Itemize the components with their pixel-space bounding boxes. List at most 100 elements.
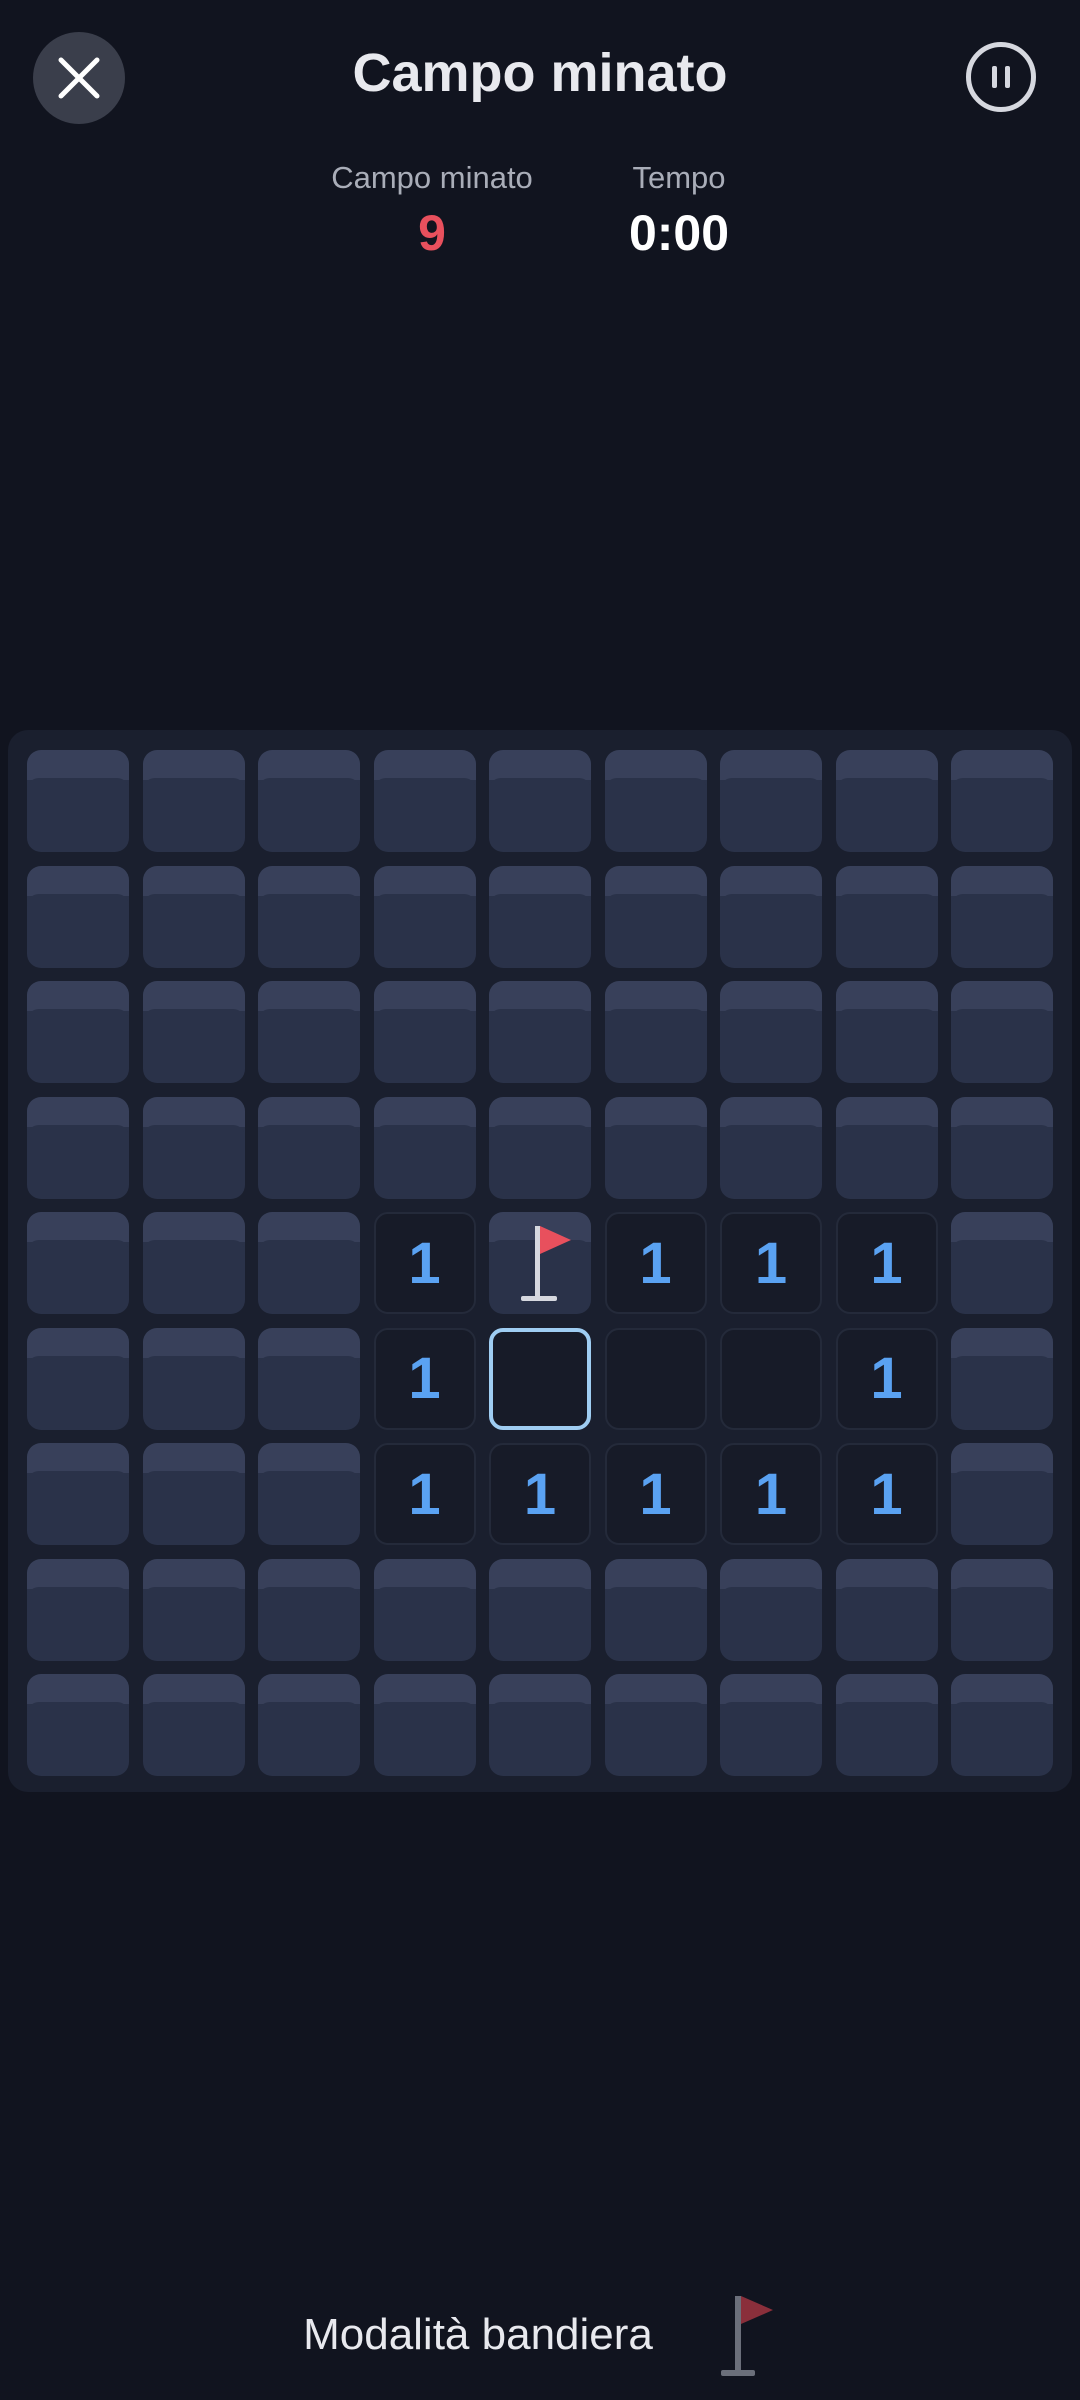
hidden-cell[interactable] [373, 981, 476, 1083]
hidden-cell[interactable] [142, 1327, 245, 1430]
cell-number: 1 [639, 1461, 672, 1527]
hidden-cell[interactable] [835, 1558, 938, 1661]
flag-mode-toggle[interactable]: Modalità bandiera [0, 2290, 1080, 2380]
game-board: 1 1 1 1 1 1 1 1 1 1 1 [8, 730, 1072, 1792]
hidden-cell[interactable] [604, 981, 707, 1083]
hidden-cell[interactable] [258, 1327, 360, 1430]
hidden-cell[interactable] [142, 1212, 245, 1314]
cell-number: 1 [408, 1230, 441, 1296]
hidden-cell[interactable] [27, 1327, 129, 1430]
hidden-cell[interactable] [951, 1212, 1053, 1314]
hidden-cell[interactable] [27, 750, 129, 852]
hidden-cell[interactable] [835, 981, 938, 1083]
minesweeper-screen: Campo minato Campo minato 9 Tempo 0:00 1… [0, 0, 1080, 2400]
hidden-cell[interactable] [604, 750, 707, 852]
hidden-cell[interactable] [142, 1443, 245, 1545]
hidden-cell[interactable] [373, 1096, 476, 1199]
mine-counter-value: 9 [418, 205, 446, 261]
hidden-cell[interactable] [258, 1674, 360, 1776]
hidden-cell[interactable] [27, 1443, 129, 1545]
hidden-cell[interactable] [258, 1096, 360, 1199]
hidden-cell[interactable] [489, 1096, 591, 1199]
hidden-cell[interactable] [27, 865, 129, 968]
hidden-cell[interactable] [835, 1674, 938, 1776]
timer: Tempo 0:00 [579, 160, 779, 262]
flag-mode-label: Modalità bandiera [303, 2310, 653, 2359]
hidden-cell[interactable] [951, 1096, 1053, 1199]
revealed-cell[interactable]: 1 [835, 1327, 938, 1430]
hidden-cell[interactable] [951, 981, 1053, 1083]
hidden-cell[interactable] [142, 1096, 245, 1199]
hidden-cell[interactable] [951, 750, 1053, 852]
revealed-cell[interactable]: 1 [604, 1212, 707, 1314]
hidden-cell[interactable] [951, 1443, 1053, 1545]
hidden-cell[interactable] [142, 750, 245, 852]
revealed-cell[interactable]: 1 [373, 1327, 476, 1430]
revealed-cell[interactable]: 1 [720, 1212, 822, 1314]
hidden-cell[interactable] [27, 1674, 129, 1776]
hidden-cell[interactable] [142, 865, 245, 968]
hidden-cell[interactable] [27, 1212, 129, 1314]
hidden-cell[interactable] [951, 1674, 1053, 1776]
hidden-cell[interactable] [142, 1558, 245, 1661]
hidden-cell[interactable] [720, 1674, 822, 1776]
hidden-cell[interactable] [27, 1096, 129, 1199]
pause-icon [992, 66, 1010, 88]
hidden-cell[interactable] [373, 1558, 476, 1661]
hidden-cell[interactable] [258, 1443, 360, 1545]
hidden-cell[interactable] [835, 865, 938, 968]
hidden-cell[interactable] [604, 1674, 707, 1776]
hidden-cell[interactable] [604, 1558, 707, 1661]
hidden-cell[interactable] [373, 750, 476, 852]
hidden-cell[interactable] [720, 1096, 822, 1199]
hidden-cell[interactable] [258, 1212, 360, 1314]
hidden-cell[interactable] [489, 750, 591, 852]
hidden-cell[interactable] [604, 865, 707, 968]
hidden-cell[interactable] [258, 981, 360, 1083]
hidden-cell[interactable] [951, 865, 1053, 968]
revealed-cell[interactable]: 1 [835, 1443, 938, 1545]
revealed-cell[interactable]: 1 [604, 1443, 707, 1545]
hidden-cell[interactable] [258, 865, 360, 968]
hidden-cell[interactable] [489, 1558, 591, 1661]
hidden-cell[interactable] [951, 1558, 1053, 1661]
revealed-cell[interactable]: 1 [373, 1212, 476, 1314]
flagged-cell[interactable] [489, 1212, 591, 1314]
hidden-cell[interactable] [951, 1327, 1053, 1430]
hidden-cell[interactable] [720, 1558, 822, 1661]
selected-cell[interactable] [489, 1327, 591, 1430]
hidden-cell[interactable] [142, 981, 245, 1083]
hidden-cell[interactable] [142, 1674, 245, 1776]
cell-number: 1 [408, 1346, 441, 1411]
cell-number: 1 [870, 1461, 903, 1527]
hidden-cell[interactable] [835, 1096, 938, 1199]
cell-number: 1 [754, 1230, 788, 1296]
hidden-cell[interactable] [27, 981, 129, 1083]
hidden-cell[interactable] [373, 1674, 476, 1776]
cell-number: 1 [870, 1230, 903, 1296]
hidden-cell[interactable] [489, 1674, 591, 1776]
hidden-cell[interactable] [604, 1096, 707, 1199]
hidden-cell[interactable] [720, 981, 822, 1083]
hidden-cell[interactable] [720, 750, 822, 852]
hidden-cell[interactable] [835, 750, 938, 852]
revealed-cell[interactable]: 1 [489, 1443, 591, 1545]
pause-button[interactable] [966, 42, 1036, 112]
hidden-cell[interactable] [373, 865, 476, 968]
hidden-cell[interactable] [27, 1558, 129, 1661]
timer-label: Tempo [632, 160, 726, 195]
mine-counter-label: Campo minato [331, 160, 533, 195]
hidden-cell[interactable] [258, 750, 360, 852]
revealed-cell[interactable] [604, 1327, 707, 1430]
revealed-cell[interactable]: 1 [720, 1443, 822, 1545]
cell-number: 1 [754, 1461, 788, 1527]
cell-number: 1 [870, 1346, 903, 1411]
revealed-cell[interactable]: 1 [373, 1443, 476, 1545]
revealed-cell[interactable] [720, 1327, 822, 1430]
hidden-cell[interactable] [720, 865, 822, 968]
hidden-cell[interactable] [489, 865, 591, 968]
hidden-cell[interactable] [258, 1558, 360, 1661]
cell-number: 1 [523, 1461, 557, 1527]
revealed-cell[interactable]: 1 [835, 1212, 938, 1314]
hidden-cell[interactable] [489, 981, 591, 1083]
